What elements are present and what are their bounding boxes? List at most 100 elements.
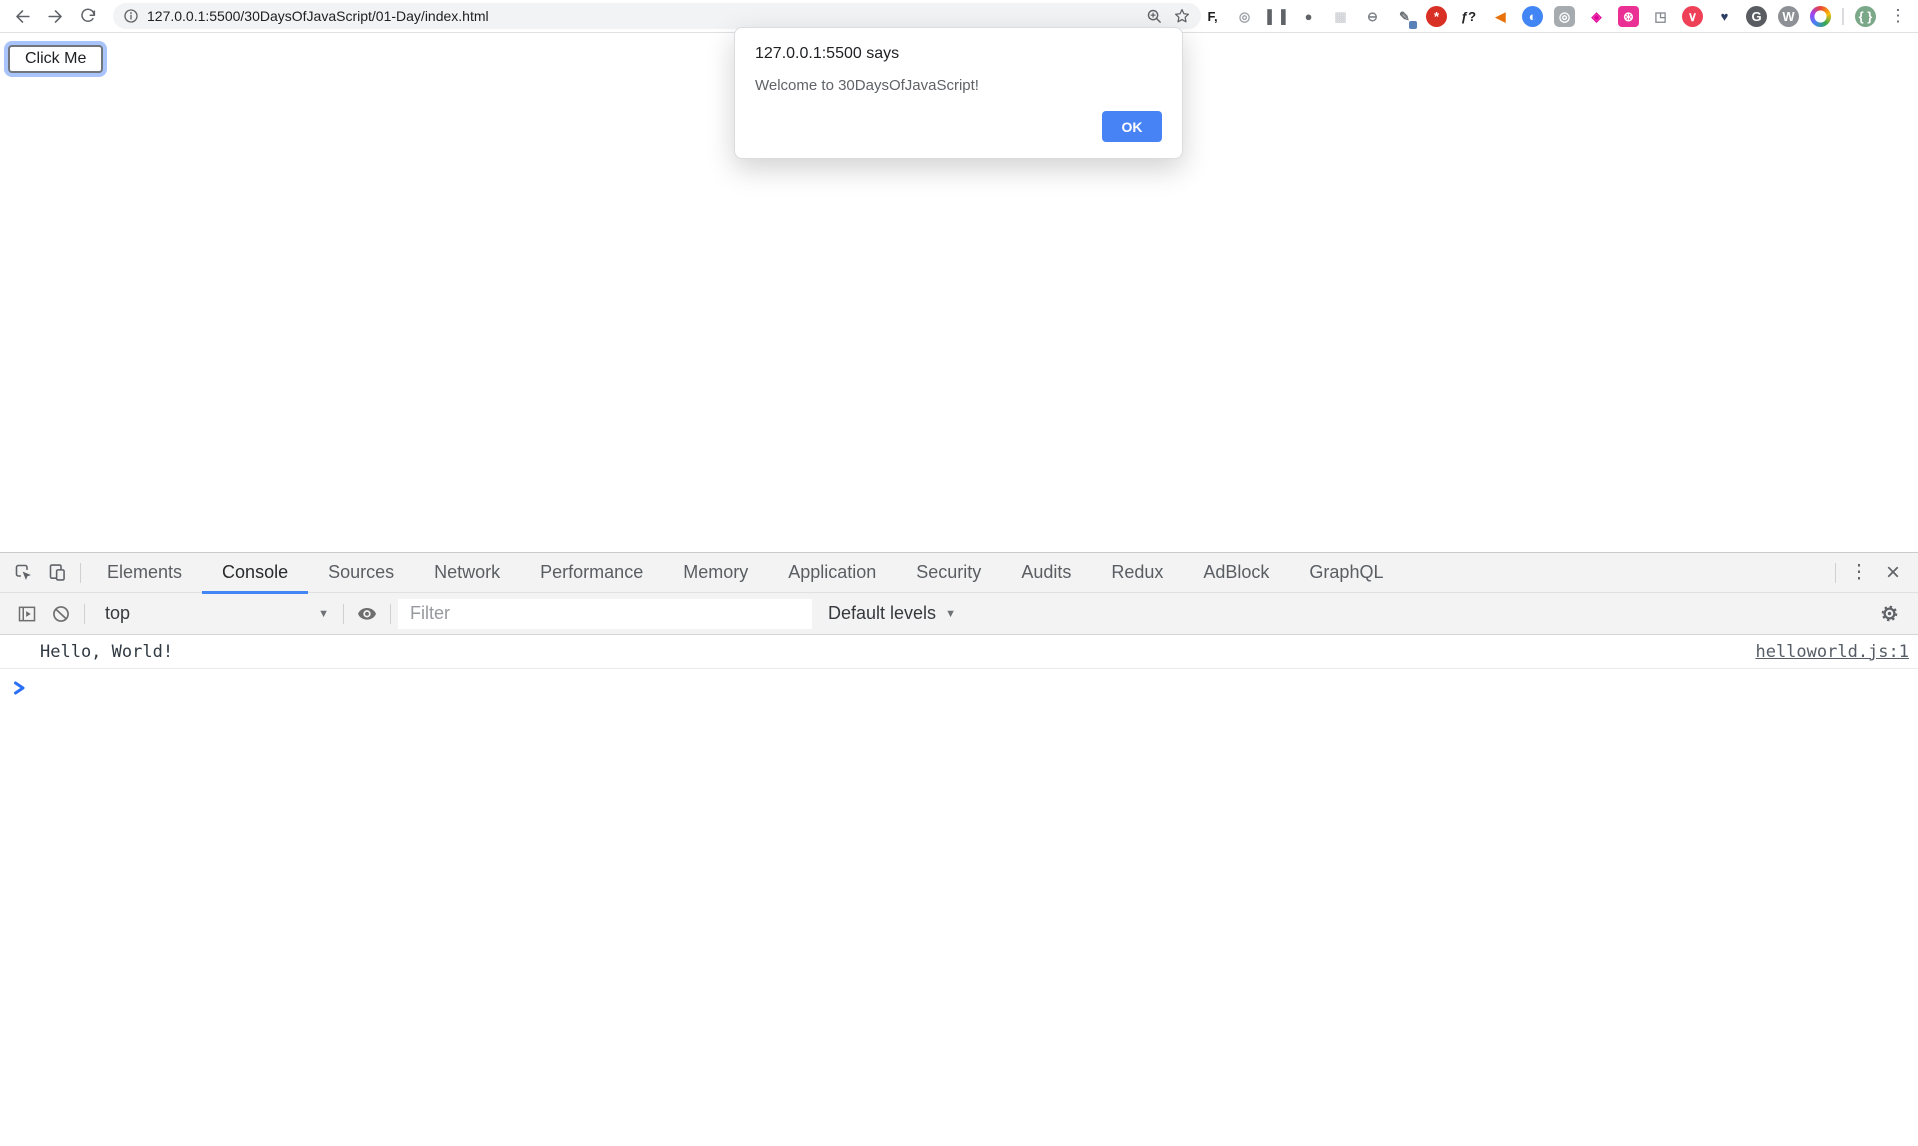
extension-badge — [1313, 21, 1321, 29]
sidebar-panel-icon — [17, 604, 37, 624]
zoom-magnifier-icon — [1146, 8, 1163, 25]
ok-button[interactable]: OK — [1102, 111, 1162, 142]
tab-application[interactable]: Application — [768, 553, 896, 593]
console-prompt-row[interactable] — [0, 669, 1918, 701]
extension-icon-dash-circle[interactable]: ⊖ — [1362, 6, 1383, 27]
eye-icon — [356, 603, 378, 625]
devtools-panel: Elements Console Sources Network Perform… — [0, 552, 1918, 1146]
extension-icon-function-help[interactable]: ƒ? — [1458, 6, 1479, 27]
alert-actions: OK — [755, 111, 1162, 142]
device-phone-icon — [47, 562, 68, 583]
toolbar-divider-3 — [390, 604, 391, 624]
device-toolbar-button[interactable] — [40, 559, 74, 587]
extension-badge — [1633, 21, 1641, 29]
extension-icon-rainbow-ring[interactable] — [1810, 6, 1831, 27]
console-settings-button[interactable] — [1872, 600, 1906, 628]
extension-icon-w-circle[interactable]: W — [1778, 6, 1799, 27]
url-text[interactable]: 127.0.0.1:5500/30DaysOfJavaScript/01-Day… — [147, 8, 1136, 24]
extension-icon-stop-hand[interactable]: * — [1426, 6, 1447, 27]
address-bar[interactable]: 127.0.0.1:5500/30DaysOfJavaScript/01-Day… — [113, 3, 1201, 29]
devtools-close-button[interactable]: × — [1876, 559, 1910, 587]
console-prompt-icon — [13, 680, 26, 696]
tab-graphql[interactable]: GraphQL — [1289, 553, 1403, 593]
extension-badge — [1537, 21, 1545, 29]
extension-icon-tour-blocks[interactable]: ◳ — [1650, 6, 1671, 27]
tab-performance[interactable]: Performance — [520, 553, 663, 593]
live-expression-button[interactable] — [350, 600, 384, 628]
extension-icon-divider[interactable] — [1842, 8, 1844, 25]
extension-badge — [1505, 21, 1513, 29]
alert-title: 127.0.0.1:5500 says — [755, 45, 1162, 63]
forward-arrow-icon — [46, 7, 65, 26]
tab-adblock[interactable]: AdBlock — [1183, 553, 1289, 593]
extension-icon-shutter[interactable]: ◎ — [1234, 6, 1255, 27]
extension-icon-heart-search[interactable]: ♥ — [1714, 6, 1735, 27]
levels-label: Default levels — [828, 603, 936, 624]
console-source-link[interactable]: helloworld.js:1 — [1755, 642, 1909, 662]
browser-menu-button[interactable]: ⋮ — [1888, 6, 1908, 26]
ban-circle-icon — [51, 604, 71, 624]
console-toolbar: top ▼ Default levels ▼ — [0, 593, 1918, 635]
filter-input[interactable] — [398, 599, 812, 629]
extension-badge — [1870, 21, 1878, 29]
extension-icon-dark-swirl[interactable]: ◐ — [1522, 6, 1543, 27]
extension-badge — [1601, 21, 1609, 29]
chevron-down-icon: ▼ — [945, 608, 956, 620]
extension-icon-side-panels[interactable]: ▌▐ — [1266, 6, 1287, 27]
reload-button[interactable] — [74, 2, 102, 30]
tab-sources[interactable]: Sources — [308, 553, 414, 593]
inspect-cursor-icon — [13, 562, 34, 583]
forward-button[interactable] — [41, 2, 69, 30]
extension-icon-g-circle[interactable]: G — [1746, 6, 1767, 27]
console-message-row: Hello, World! helloworld.js:1 — [0, 635, 1918, 669]
extension-badge — [1793, 21, 1801, 29]
extension-icon-bug[interactable]: ● — [1298, 6, 1319, 27]
extension-icon-megaphone[interactable]: ◀ — [1490, 6, 1511, 27]
bookmark-star-button[interactable] — [1173, 7, 1191, 25]
devtools-menu-button[interactable]: ⋮ — [1842, 559, 1876, 587]
tab-redux[interactable]: Redux — [1091, 553, 1183, 593]
extension-icon-json-viewer[interactable]: { } — [1855, 6, 1876, 27]
back-arrow-icon — [13, 7, 32, 26]
console-sidebar-toggle-button[interactable] — [10, 600, 44, 628]
zoom-button[interactable] — [1146, 8, 1163, 25]
extension-icon-camera[interactable]: ◎ — [1554, 6, 1575, 27]
alert-dialog: 127.0.0.1:5500 says Welcome to 30DaysOfJ… — [734, 27, 1183, 159]
log-levels-select[interactable]: Default levels ▼ — [828, 603, 956, 624]
extension-badge — [1729, 21, 1737, 29]
extension-badge — [1281, 21, 1289, 29]
extension-badge — [1345, 21, 1353, 29]
extension-icon-grid-flower[interactable]: ▦ — [1330, 6, 1351, 27]
context-label: top — [105, 603, 130, 624]
extension-badge — [1441, 21, 1449, 29]
tab-security[interactable]: Security — [896, 553, 1001, 593]
extension-icon-pocket[interactable]: ∨ — [1682, 6, 1703, 27]
extension-badge — [1825, 21, 1833, 29]
tabbar-divider — [80, 563, 81, 583]
extension-badge — [1761, 21, 1769, 29]
extension-icon-color-picker-eyedropper[interactable]: ✎ — [1394, 6, 1415, 27]
extension-icon-graphql[interactable]: ◈ — [1586, 6, 1607, 27]
clear-console-button[interactable] — [44, 600, 78, 628]
tab-audits[interactable]: Audits — [1001, 553, 1091, 593]
alert-message: Welcome to 30DaysOfJavaScript! — [755, 77, 1162, 94]
console-message-text: Hello, World! — [40, 642, 173, 662]
page-info-icon[interactable] — [123, 8, 139, 24]
tab-memory[interactable]: Memory — [663, 553, 768, 593]
extension-icon-settings-square[interactable]: ⊛ — [1618, 6, 1639, 27]
extension-badge — [1409, 21, 1417, 29]
toolbar-divider — [84, 604, 85, 624]
inspect-element-button[interactable] — [6, 559, 40, 587]
back-button[interactable] — [8, 2, 36, 30]
click-me-button[interactable]: Click Me — [8, 45, 103, 73]
tab-console[interactable]: Console — [202, 553, 308, 593]
extension-badge — [1377, 21, 1385, 29]
tab-network[interactable]: Network — [414, 553, 520, 593]
devtools-tabbar: Elements Console Sources Network Perform… — [0, 553, 1918, 593]
extension-icon-fonts-ninja[interactable]: F, — [1202, 6, 1223, 27]
execution-context-select[interactable]: top ▼ — [91, 603, 329, 624]
tab-elements[interactable]: Elements — [87, 553, 202, 593]
chevron-down-icon: ▼ — [318, 608, 329, 620]
extension-badge — [1697, 21, 1705, 29]
extension-badge — [1473, 21, 1481, 29]
